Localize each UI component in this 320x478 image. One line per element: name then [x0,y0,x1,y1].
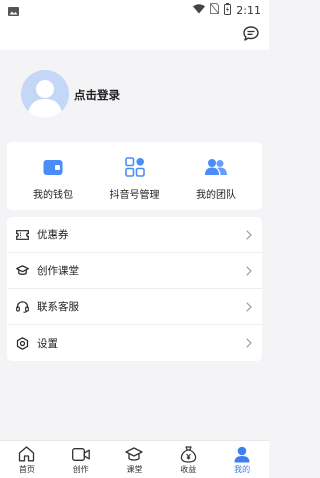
settings-icon [16,336,29,350]
quick-action-label: 抖音号管理 [109,190,160,201]
quick-action-label: 我的团队 [196,190,236,201]
menu-list: 优惠券 创作课堂 联系客服 设置 [7,217,262,361]
menu-item-label: 设置 [37,337,58,350]
wallet-icon [42,156,64,178]
status-left [8,1,19,20]
graduation-cap-icon [125,445,144,463]
status-right: 2:11 [193,2,261,18]
profile-section[interactable]: 点击登录 [0,50,269,138]
home-icon [18,445,36,463]
headset-icon [16,300,29,313]
wifi-icon [193,3,206,17]
tab-label: 我的 [234,465,251,474]
status-time: 2:11 [236,3,261,17]
chevron-right-icon [245,301,253,312]
coupon-icon [16,228,29,241]
tab-mine[interactable]: 我的 [216,441,269,478]
menu-item-creation-class[interactable]: 创作课堂 [7,253,262,289]
chevron-right-icon [245,265,253,276]
default-avatar-icon[interactable] [21,70,69,118]
chat-bubble-icon [243,25,259,45]
tab-label: 收益 [180,465,197,474]
menu-item-label: 创作课堂 [37,265,79,277]
menu-item-coupon[interactable]: 优惠券 [7,217,262,253]
quick-action-team[interactable]: 我的团队 [176,142,256,210]
menu-item-customer-service[interactable]: 联系客服 [7,289,262,325]
tab-label: 课堂 [126,465,143,474]
video-camera-icon [71,445,90,463]
bottom-tab-bar: 首页 创作 课堂 收益 我的 [0,440,269,478]
image-icon [8,1,19,20]
chevron-right-icon [245,338,253,348]
tab-class[interactable]: 课堂 [108,441,161,478]
tab-earnings[interactable]: 收益 [162,441,215,478]
chevron-right-icon [245,229,253,240]
menu-item-settings[interactable]: 设置 [7,325,262,361]
tab-label: 创作 [72,465,89,474]
person-icon [233,445,251,463]
battery-icon [224,2,232,18]
tab-create[interactable]: 创作 [54,441,107,478]
grid-apps-icon [124,156,146,178]
menu-item-label: 优惠券 [37,229,69,241]
menu-item-label: 联系客服 [37,301,79,313]
quick-action-douyin-manage[interactable]: 抖音号管理 [95,142,175,210]
top-header [0,20,269,50]
quick-action-label: 我的钱包 [33,190,73,201]
no-sim-icon [209,2,220,17]
quick-actions-card: 我的钱包 抖音号管理 我的团队 [7,142,262,210]
message-button[interactable] [241,25,261,45]
money-bag-icon [179,445,197,463]
team-icon [205,156,227,178]
status-bar: 2:11 [0,0,269,20]
quick-action-wallet[interactable]: 我的钱包 [13,142,93,210]
tab-label: 首页 [18,465,35,474]
graduation-cap-icon [16,264,29,277]
login-link[interactable]: 点击登录 [74,87,120,103]
tab-home[interactable]: 首页 [0,441,53,478]
